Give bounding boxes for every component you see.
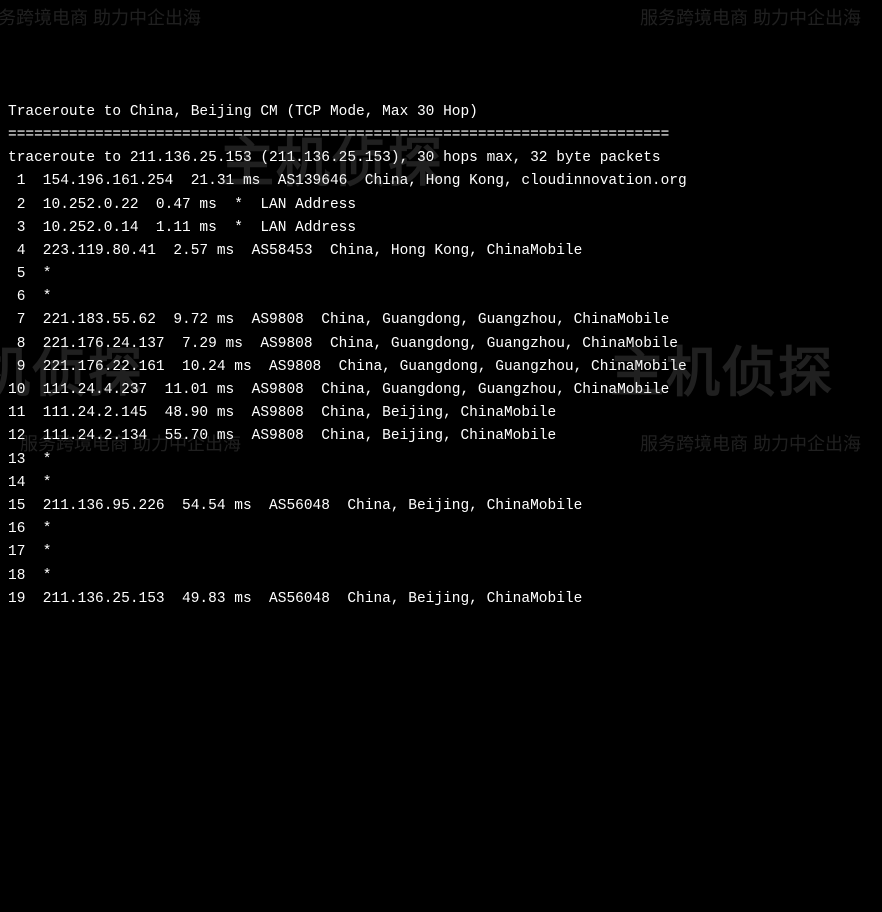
- hop-line: 2 10.252.0.22 0.47 ms * LAN Address: [8, 194, 874, 217]
- hop-line: 15 211.136.95.226 54.54 ms AS56048 China…: [8, 495, 874, 518]
- traceroute-command: traceroute to 211.136.25.153 (211.136.25…: [8, 147, 874, 170]
- hop-list: 1 154.196.161.254 21.31 ms AS139646 Chin…: [8, 170, 874, 611]
- hop-line: 13 *: [8, 449, 874, 472]
- hop-line: 7 221.183.55.62 9.72 ms AS9808 China, Gu…: [8, 309, 874, 332]
- hop-line: 19 211.136.25.153 49.83 ms AS56048 China…: [8, 588, 874, 611]
- hop-line: 14 *: [8, 472, 874, 495]
- hop-line: 18 *: [8, 565, 874, 588]
- hop-line: 16 *: [8, 518, 874, 541]
- hop-line: 10 111.24.4.237 11.01 ms AS9808 China, G…: [8, 379, 874, 402]
- hop-line: 8 221.176.24.137 7.29 ms AS9808 China, G…: [8, 333, 874, 356]
- hop-line: 3 10.252.0.14 1.11 ms * LAN Address: [8, 217, 874, 240]
- hop-line: 17 *: [8, 541, 874, 564]
- hop-line: 6 *: [8, 286, 874, 309]
- hop-line: 4 223.119.80.41 2.57 ms AS58453 China, H…: [8, 240, 874, 263]
- watermark-subtitle: 服务跨境电商 助力中企出海: [0, 4, 201, 33]
- traceroute-title: Traceroute to China, Beijing CM (TCP Mod…: [8, 101, 874, 124]
- hop-line: 1 154.196.161.254 21.31 ms AS139646 Chin…: [8, 170, 874, 193]
- hop-line: 5 *: [8, 263, 874, 286]
- hop-line: 12 111.24.2.134 55.70 ms AS9808 China, B…: [8, 425, 874, 448]
- separator: ========================================…: [8, 124, 874, 147]
- hop-line: 9 221.176.22.161 10.24 ms AS9808 China, …: [8, 356, 874, 379]
- watermark-subtitle: 服务跨境电商 助力中企出海: [640, 4, 861, 33]
- hop-line: 11 111.24.2.145 48.90 ms AS9808 China, B…: [8, 402, 874, 425]
